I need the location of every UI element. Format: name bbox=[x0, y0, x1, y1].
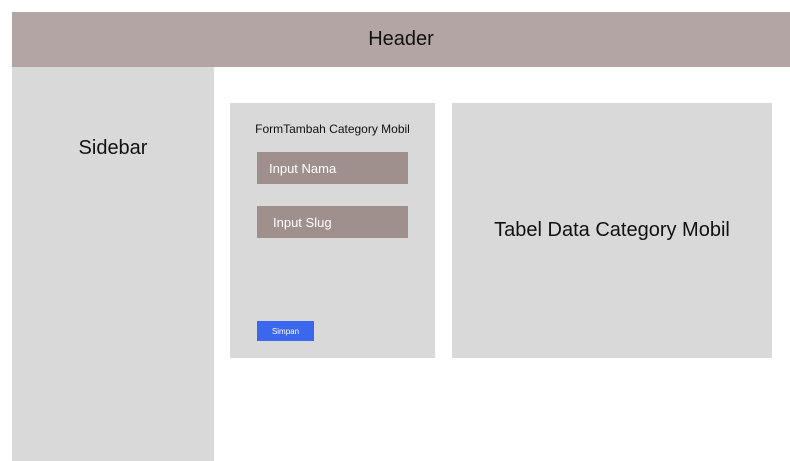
app-frame: Header Sidebar FormTambah Category Mobil… bbox=[0, 0, 790, 461]
slug-input[interactable]: Input Slug bbox=[257, 206, 408, 238]
sidebar-title: Sidebar bbox=[78, 137, 148, 159]
header: Header bbox=[12, 12, 790, 67]
save-button-label: Simpan bbox=[271, 326, 300, 336]
header-title: Header bbox=[368, 28, 434, 50]
save-button[interactable]: Simpan bbox=[257, 321, 314, 341]
table-title: Tabel Data Category Mobil bbox=[494, 219, 730, 241]
slug-input-placeholder: Input Slug bbox=[273, 214, 332, 230]
form-title: FormTambah Category Mobil bbox=[255, 122, 410, 136]
category-form-card: FormTambah Category Mobil Input Nama Inp… bbox=[230, 103, 435, 358]
category-table-panel: Tabel Data Category Mobil bbox=[452, 103, 772, 358]
name-input-placeholder: Input Nama bbox=[269, 160, 337, 176]
sidebar: Sidebar bbox=[12, 67, 214, 461]
name-input[interactable]: Input Nama bbox=[257, 152, 408, 184]
